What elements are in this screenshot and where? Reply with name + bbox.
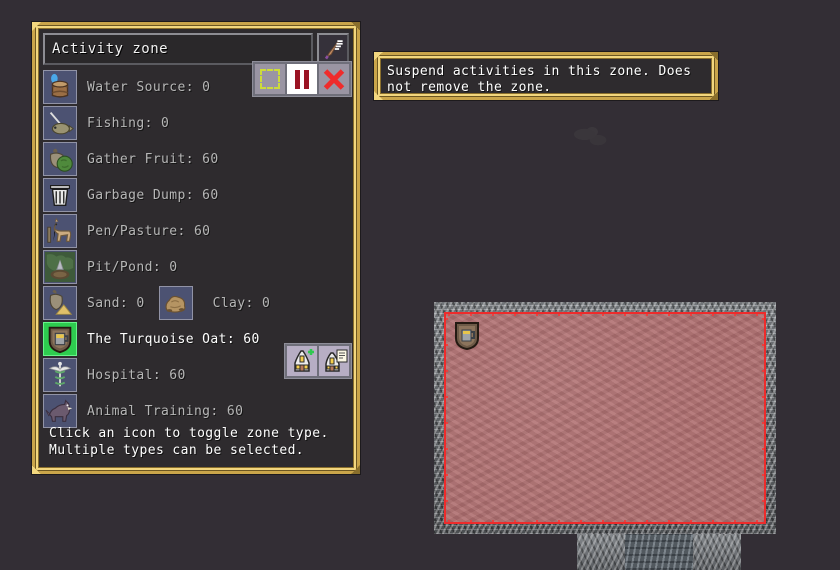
horse-pen-icon[interactable] [43, 214, 77, 248]
delete-zone-button[interactable] [319, 64, 349, 94]
tavern-mug-shield-icon[interactable] [454, 322, 480, 350]
sand-pile-icon[interactable] [43, 286, 77, 320]
red-x-icon [323, 68, 345, 90]
room-floor [444, 312, 766, 524]
zone-row-label: Gather Fruit: 60 [87, 151, 219, 167]
building-controls [284, 343, 352, 379]
garbage-can-icon[interactable] [43, 178, 77, 212]
pit-pond-icon[interactable] [43, 250, 77, 284]
pause-icon [295, 69, 309, 89]
zone-row-label: Pit/Pond: 0 [87, 259, 178, 275]
corridor-wall-left [577, 530, 625, 570]
zone-row-label: The Turquoise Oat: 60 [87, 331, 260, 347]
background-decoration [572, 124, 614, 150]
tooltip-text: Suspend activities in this zone. Does no… [387, 64, 707, 96]
zone-row-label: Fishing: 0 [87, 115, 170, 131]
zone-row-label: Garbage Dump: 60 [87, 187, 219, 203]
zone-row-label: Animal Training: 60 [87, 403, 244, 419]
tavern-mug-shield-icon[interactable] [43, 322, 77, 356]
zone-row-pen-pasture: Pen/Pasture: 60 [43, 213, 349, 249]
dog-icon[interactable] [43, 394, 77, 428]
zone-row-label: Pen/Pasture: 60 [87, 223, 211, 239]
building-list-button[interactable] [319, 346, 349, 376]
quill-icon [324, 39, 343, 60]
select-zone-button[interactable] [255, 64, 285, 94]
activity-zone-panel: Activity zone Water Source: 0 Fishing: 0… [32, 22, 360, 474]
panel-hint: Click an icon to toggle zone type. Multi… [49, 425, 329, 459]
hint-line-1: Click an icon to toggle zone type. [49, 426, 329, 441]
zone-row-pit-pond: Pit/Pond: 0 [43, 249, 349, 285]
clay-lump-icon[interactable] [158, 286, 193, 320]
fruit-basket-icon[interactable] [43, 142, 77, 176]
tooltip-line-1: Suspend activities in this zone. Does [387, 64, 692, 79]
corridor-wall-right [693, 530, 741, 570]
screen: Suspend activities in this zone. Does no… [0, 0, 840, 570]
zone-room[interactable] [434, 302, 776, 534]
house-plus-icon [294, 349, 314, 372]
add-building-button[interactable] [287, 346, 317, 376]
corridor-floor [625, 530, 693, 570]
zone-row-fishing: Fishing: 0 [43, 105, 349, 141]
dashed-square-icon [260, 69, 280, 89]
tooltip-line-2: not remove the zone. [387, 80, 552, 95]
water-barrel-icon[interactable] [43, 70, 77, 104]
fishing-rod-icon[interactable] [43, 106, 77, 140]
hint-line-2: Multiple types can be selected. [49, 443, 305, 458]
zone-row-label: Hospital: 60 [87, 367, 186, 383]
zone-row-gather-fruit: Gather Fruit: 60 [43, 141, 349, 177]
zone-row-label: Sand: 0 [87, 295, 145, 311]
zone-controls [252, 61, 352, 97]
suspend-button[interactable] [287, 64, 317, 94]
zone-row-sand-clay: Sand: 0 Clay: 0 [43, 285, 349, 321]
zone-row-animal-training: Animal Training: 60 [43, 393, 349, 429]
tooltip: Suspend activities in this zone. Does no… [374, 52, 718, 100]
caduceus-icon[interactable] [43, 358, 77, 392]
zone-row-garbage-dump: Garbage Dump: 60 [43, 177, 349, 213]
page-title: Activity zone [52, 41, 169, 57]
clay-label: Clay: 0 [212, 295, 271, 311]
house-list-icon [325, 349, 348, 372]
zone-row-label: Water Source: 0 [87, 79, 211, 95]
